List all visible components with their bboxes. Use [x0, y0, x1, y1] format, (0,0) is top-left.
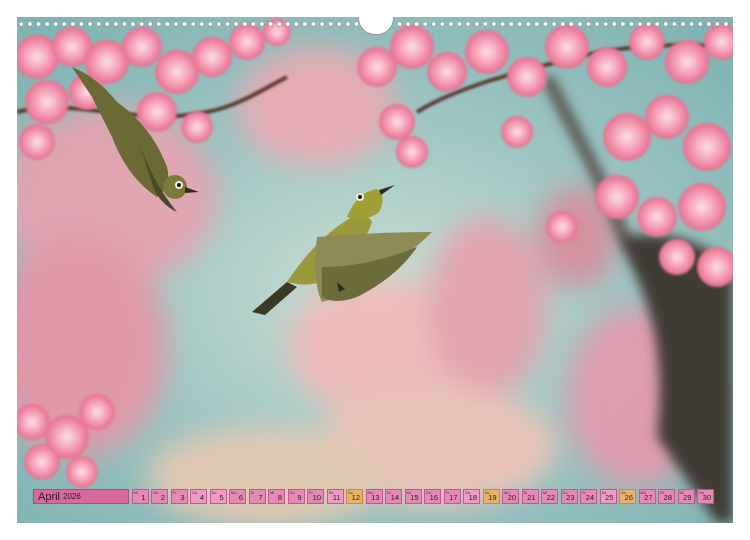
day-cell: Mo 6 [229, 489, 246, 504]
month-name: April [38, 490, 61, 503]
day-number: 26 [624, 493, 633, 502]
day-number: 14 [390, 493, 399, 502]
day-number: 4 [199, 493, 204, 502]
day-cell: Do 23 [560, 489, 578, 504]
calendar-photo [17, 17, 733, 523]
day-number: 6 [238, 493, 243, 502]
day-cell: Sa 11 [326, 489, 344, 504]
day-abbreviation: Mi [270, 490, 275, 495]
day-abbreviation: So [211, 490, 217, 495]
day-number: 5 [219, 493, 224, 502]
day-cell: So 12 [346, 489, 363, 504]
day-cell: Fr 24 [580, 489, 597, 504]
day-number: 20 [507, 493, 516, 502]
day-number: 15 [410, 493, 419, 502]
day-abbreviation: Do [153, 490, 159, 495]
day-cell: Di 14 [385, 489, 402, 504]
day-cell: Mo 20 [502, 489, 519, 504]
day-cell: Di 7 [248, 489, 266, 504]
day-number: 12 [351, 493, 360, 502]
day-number: 19 [488, 493, 497, 502]
day-cell: Di 28 [658, 489, 675, 504]
day-cell: Fr 17 [443, 489, 461, 504]
day-number: 11 [332, 493, 341, 502]
day-abbreviation: Mi [133, 490, 138, 495]
day-number: 9 [297, 493, 302, 502]
day-cell: Do 30 [697, 489, 714, 504]
day-cell: Di 21 [521, 489, 539, 504]
day-number: 25 [605, 493, 614, 502]
day-cell: Mo 27 [638, 489, 656, 504]
day-number: 7 [258, 493, 263, 502]
day-number: 28 [663, 493, 672, 502]
day-cell: Mi 8 [268, 489, 285, 504]
day-abbreviation: Di [250, 490, 255, 495]
day-cell: So 26 [619, 489, 636, 504]
cherry-blossom-birds-photo [17, 17, 733, 523]
day-number: 27 [644, 493, 653, 502]
day-cell: Fr 10 [307, 489, 324, 504]
day-cell: Mi 15 [404, 489, 422, 504]
day-cell: So 19 [482, 489, 500, 504]
day-number: 24 [585, 493, 594, 502]
day-number: 8 [277, 493, 282, 502]
day-number: 22 [546, 493, 555, 502]
day-cell: Mi 22 [541, 489, 558, 504]
day-number: 13 [371, 493, 380, 502]
day-cell: Do 2 [151, 489, 168, 504]
day-number: 21 [527, 493, 536, 502]
day-cell: Sa 18 [463, 489, 480, 504]
day-abbreviation: Mo [231, 490, 237, 495]
day-cell: Sa 4 [190, 489, 207, 504]
day-number: 3 [180, 493, 185, 502]
day-number: 10 [312, 493, 321, 502]
day-number: 2 [160, 493, 165, 502]
day-cell: So 5 [209, 489, 227, 504]
day-number: 30 [702, 493, 711, 502]
day-cell: Do 16 [424, 489, 441, 504]
day-abbreviation: Do [289, 490, 295, 495]
day-number: 1 [141, 493, 146, 502]
day-number: 17 [449, 493, 458, 502]
day-cell: Do 9 [287, 489, 305, 504]
day-cell: Fr 3 [170, 489, 188, 504]
day-number: 23 [566, 493, 575, 502]
day-cell: Mi 29 [677, 489, 695, 504]
day-abbreviation: Fr [172, 490, 177, 495]
day-number: 18 [468, 493, 477, 502]
day-cell: Mo 13 [365, 489, 383, 504]
month-label: April 2026 [33, 489, 129, 504]
calendar-strip: April 2026 Mi 1 Do 2 Fr 3 Sa 4 So 5 Mo 6 Di 7 Mi 8 Do 9 Fr… [33, 488, 714, 505]
day-abbreviation: Sa [192, 490, 197, 495]
day-number: 16 [429, 493, 438, 502]
day-cell: Sa 25 [599, 489, 617, 504]
day-cell: Mi 1 [131, 489, 149, 504]
month-year: 2026 [63, 492, 81, 501]
day-number: 29 [683, 493, 692, 502]
